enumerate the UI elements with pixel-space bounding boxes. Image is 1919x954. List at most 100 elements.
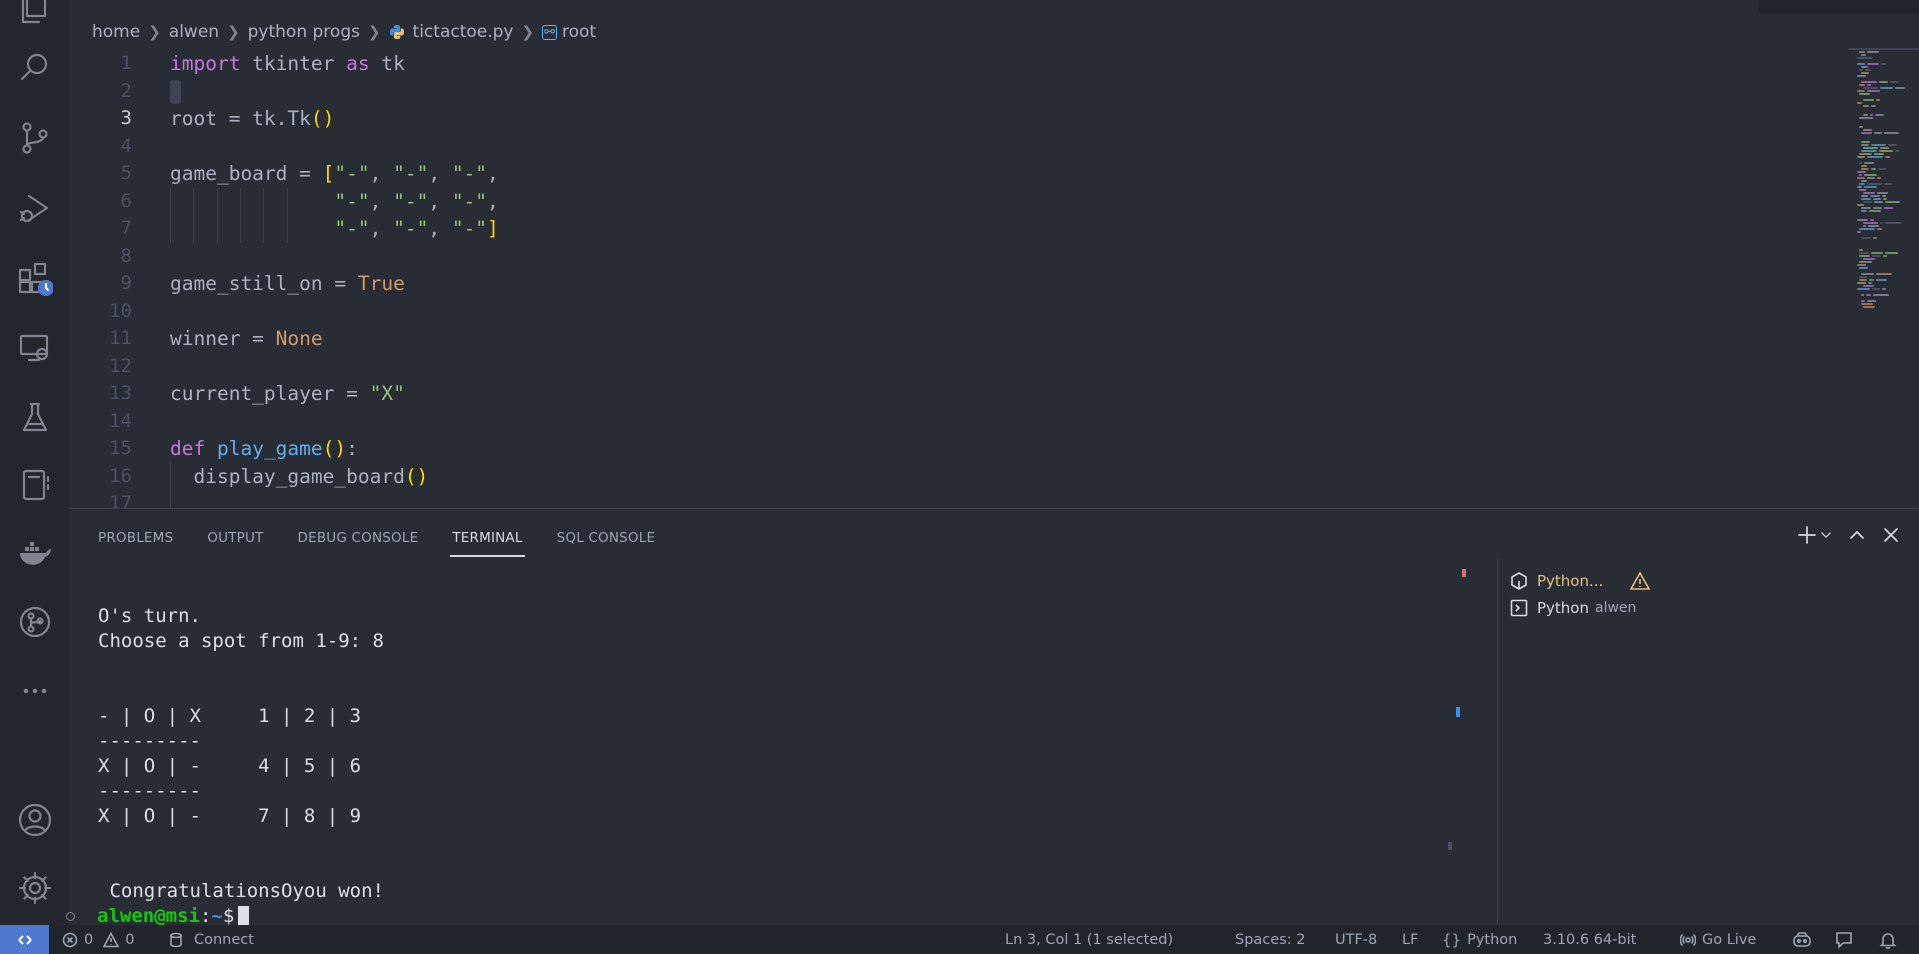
editor-area: home ❯ alwen ❯ python progs ❯ tictactoe.… — [69, 0, 1919, 518]
encoding-status[interactable]: UTF-8 — [1335, 925, 1377, 954]
cursor-position[interactable]: Ln 3, Col 1 (1 selected) — [1005, 925, 1173, 954]
code-line[interactable]: "-", "-", "-", — [170, 187, 1850, 215]
maximize-panel-icon[interactable] — [1847, 525, 1867, 545]
new-terminal-button[interactable] — [1797, 525, 1833, 545]
line-number-current: 3 — [120, 107, 132, 129]
settings-gear-icon[interactable] — [0, 858, 69, 918]
prompt-user: alwen@msi — [97, 905, 200, 927]
breadcrumb-python-progs[interactable]: python progs — [248, 22, 360, 42]
terminal-item-python-1[interactable]: Python... — [1510, 569, 1650, 593]
line-number: 12 — [109, 354, 132, 377]
code-line[interactable]: def play_game(): — [170, 435, 1850, 463]
problems-status[interactable]: 0 0 — [62, 925, 134, 954]
code-line[interactable]: winner = None — [170, 325, 1850, 353]
line-number: 9 — [120, 272, 132, 294]
tab-output[interactable]: OUTPUT — [207, 527, 263, 557]
terminal-line: CongratulationsOyou won! — [98, 880, 384, 902]
eol-status[interactable]: LF — [1402, 925, 1418, 954]
breadcrumb-symbol[interactable]: root — [562, 22, 596, 42]
tab-terminal[interactable]: TERMINAL — [450, 527, 525, 557]
code-line[interactable]: import tkinter as tk — [170, 50, 1850, 78]
explorer-icon[interactable] — [0, 0, 69, 38]
code-line[interactable]: game_still_on = True — [170, 270, 1850, 298]
line-number: 6 — [120, 189, 132, 212]
code-line[interactable]: root = tk.Tk() — [170, 105, 1850, 133]
go-live-button[interactable]: Go Live — [1680, 925, 1756, 954]
copilot-icon[interactable] — [1792, 925, 1818, 954]
code-line[interactable] — [170, 353, 1850, 381]
chevron-right-icon: ❯ — [148, 23, 161, 41]
python-file-icon — [389, 25, 404, 39]
scrollbar-marker — [1456, 707, 1460, 717]
warning-icon — [1630, 571, 1650, 590]
remote-indicator[interactable] — [0, 925, 49, 954]
variable-symbol-icon: ⚯ — [542, 24, 557, 40]
remote-explorer-icon[interactable] — [0, 318, 69, 378]
tab-debug-console[interactable]: DEBUG CONSOLE — [298, 527, 419, 557]
close-panel-icon[interactable] — [1881, 525, 1901, 545]
connect-status[interactable]: Connect — [168, 925, 254, 954]
indentation-status[interactable]: Spaces: 2 — [1235, 925, 1305, 954]
chevron-down-icon[interactable] — [1819, 528, 1833, 542]
more-icon[interactable] — [0, 661, 69, 721]
code-line[interactable] — [170, 243, 1850, 271]
remote-icon — [17, 934, 32, 945]
terminal-item-label: Python — [1537, 599, 1589, 617]
chevron-right-icon: ❯ — [227, 23, 240, 41]
command-decoration-icon — [66, 912, 75, 921]
code-line[interactable]: current_player = "X" — [170, 380, 1850, 408]
source-control-icon[interactable] — [0, 108, 69, 168]
code-line[interactable] — [170, 78, 1850, 106]
panel-tabs: PROBLEMS OUTPUT DEBUG CONSOLE TERMINAL S… — [98, 527, 689, 565]
python-interpreter[interactable]: 3.10.6 64-bit — [1543, 925, 1636, 954]
breadcrumb: home ❯ alwen ❯ python progs ❯ tictactoe.… — [92, 21, 596, 43]
gitlens-icon[interactable] — [0, 592, 69, 652]
breadcrumb-home[interactable]: home — [92, 22, 140, 42]
warning-count: 0 — [125, 931, 135, 948]
terminal-item-detail: alwen — [1595, 600, 1637, 616]
language-mode[interactable]: {} Python — [1442, 925, 1517, 954]
notebook-icon[interactable] — [0, 455, 69, 515]
code-line[interactable] — [170, 408, 1850, 436]
code-editor[interactable]: import tkinter as tk root = tk.Tk() game… — [170, 50, 1850, 518]
terminal-line: O's turn. — [98, 605, 201, 627]
debug-terminal-icon — [1511, 572, 1527, 590]
language-label: Python — [1467, 931, 1518, 948]
search-icon[interactable] — [0, 38, 69, 98]
terminal-line: - | O | X 1 | 2 | 3 — [98, 705, 362, 727]
code-line[interactable] — [170, 133, 1850, 161]
run-debug-icon[interactable] — [0, 178, 69, 238]
testing-icon[interactable] — [0, 388, 69, 448]
line-number-gutter: 1 2 3 4 5 6 7 8 9 10 11 12 13 14 15 16 1… — [69, 50, 139, 518]
accounts-icon[interactable] — [0, 790, 69, 850]
breadcrumb-alwen[interactable]: alwen — [169, 22, 219, 42]
code-line[interactable] — [170, 298, 1850, 326]
tab-sql-console[interactable]: SQL CONSOLE — [557, 527, 656, 557]
breadcrumb-file[interactable]: tictactoe.py — [413, 22, 514, 42]
code-line[interactable]: "-", "-", "-"] — [170, 215, 1850, 243]
notifications-bell-icon[interactable] — [1879, 925, 1903, 954]
terminal-list: Python... Python alwen — [1497, 559, 1919, 926]
prompt-symbol: $ — [222, 905, 235, 927]
docker-icon[interactable] — [0, 523, 69, 583]
code-line[interactable]: display_game_board() — [170, 462, 1850, 490]
line-number: 16 — [109, 464, 132, 487]
extensions-icon[interactable] — [0, 248, 69, 308]
code-line[interactable]: game_board = ["-", "-", "-", — [170, 160, 1850, 188]
terminal-item-python-2[interactable]: Python alwen — [1510, 596, 1636, 620]
activity-bar — [0, 0, 69, 925]
status-bar: 0 0 Connect Ln 3, Col 1 (1 selected) Spa… — [0, 925, 1919, 954]
terminal-output[interactable]: O's turn. Choose a spot from 1-9: 8 - | O … — [66, 579, 1468, 928]
scrollbar-thumb[interactable] — [1448, 842, 1452, 850]
braces-icon: {} — [1442, 930, 1462, 949]
terminal-scrollbar[interactable] — [1448, 563, 1468, 925]
feedback-icon[interactable] — [1835, 925, 1859, 954]
terminal-line: --------- — [98, 780, 201, 802]
line-number: 4 — [120, 134, 132, 157]
text-cursor — [170, 80, 181, 104]
minimap[interactable] — [1849, 48, 1919, 368]
tab-problems[interactable]: PROBLEMS — [98, 527, 173, 557]
